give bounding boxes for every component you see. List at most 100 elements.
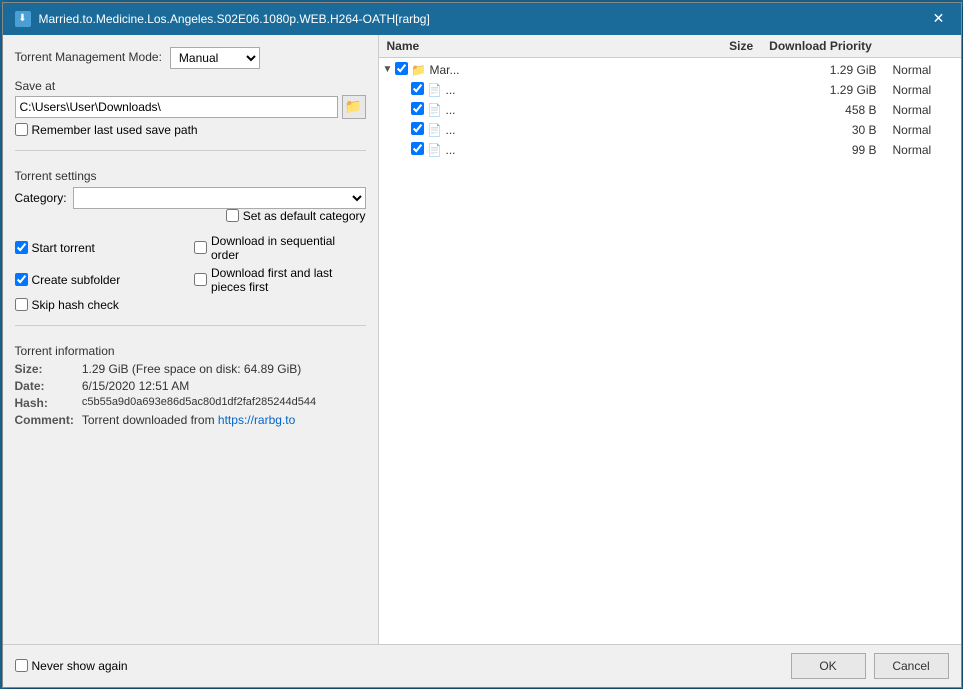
file-priority-0: Normal [877, 63, 957, 77]
comment-prefix: Torrent downloaded from [82, 413, 218, 427]
sequential-label: Download in sequential order [211, 234, 366, 262]
file-size-4: 99 B [817, 143, 877, 157]
create-subfolder-label: Create subfolder [32, 273, 121, 287]
title-bar-left: ⬇ Married.to.Medicine.Los.Angeles.S02E06… [15, 11, 430, 27]
hash-value: c5b55a9d0a693e86d5ac80d1df2faf285244d544 [82, 396, 366, 410]
remember-path-row: Remember last used save path [15, 123, 366, 137]
torrent-settings-section: Torrent settings Category: Set as defaul… [15, 163, 366, 223]
category-label: Category: [15, 191, 67, 205]
file-name-2: ... [446, 103, 817, 117]
tree-row[interactable]: 📄 ... 99 B Normal [379, 140, 961, 160]
file-size-3: 30 B [817, 123, 877, 137]
app-icon-glyph: ⬇ [18, 13, 26, 24]
sequential-checkbox[interactable] [194, 241, 207, 254]
dialog-window: ⬇ Married.to.Medicine.Los.Angeles.S02E06… [2, 2, 962, 688]
file-icon-4: 📄 [427, 142, 443, 158]
cancel-button[interactable]: Cancel [874, 653, 949, 679]
file-priority-2: Normal [877, 103, 957, 117]
tree-row[interactable]: 📄 ... 458 B Normal [379, 100, 961, 120]
torrent-info-section: Torrent information Size: 1.29 GiB (Free… [15, 338, 366, 427]
file-tree-body: ▼ 📁 Mar... 1.29 GiB Normal 📄 [379, 58, 961, 644]
settings-checkboxes: Start torrent Download in sequential ord… [15, 233, 366, 313]
tree-row[interactable]: 📄 ... 1.29 GiB Normal [379, 80, 961, 100]
file-checkbox-4[interactable] [411, 142, 424, 155]
start-torrent-checkbox[interactable] [15, 241, 28, 254]
file-checkbox-3[interactable] [411, 122, 424, 135]
file-size-2: 458 B [817, 103, 877, 117]
skip-hash-checkbox[interactable] [15, 298, 28, 311]
remember-path-label: Remember last used save path [32, 123, 198, 137]
never-show-checkbox[interactable] [15, 659, 28, 672]
size-label: Size: [15, 362, 74, 376]
check-3[interactable] [411, 122, 427, 138]
set-default-checkbox[interactable] [226, 209, 239, 222]
first-last-row: Download first and last pieces first [194, 266, 366, 294]
file-checkbox-1[interactable] [411, 82, 424, 95]
file-priority-1: Normal [877, 83, 957, 97]
divider-2 [15, 325, 366, 326]
col-size-header: Size [631, 39, 761, 53]
divider-1 [15, 150, 366, 151]
date-value: 6/15/2020 12:51 AM [82, 379, 366, 393]
never-show-label: Never show again [32, 659, 128, 673]
date-label: Date: [15, 379, 74, 393]
start-torrent-label: Start torrent [32, 241, 95, 255]
folder-icon-0: 📁 [411, 62, 427, 78]
col-priority-header: Download Priority [761, 39, 952, 53]
start-torrent-row: Start torrent [15, 234, 187, 262]
first-last-label: Download first and last pieces first [211, 266, 366, 294]
file-checkbox-2[interactable] [411, 102, 424, 115]
save-at-section: Save at 📁 Remember last used save path [15, 79, 366, 138]
create-subfolder-row: Create subfolder [15, 266, 187, 294]
file-size-1: 1.29 GiB [817, 83, 877, 97]
file-name-1: ... [446, 83, 817, 97]
save-at-label: Save at [15, 79, 366, 93]
app-icon: ⬇ [15, 11, 31, 27]
skip-hash-label: Skip hash check [32, 298, 119, 312]
file-name-4: ... [446, 143, 817, 157]
file-tree-header: Name Size Download Priority [379, 35, 961, 58]
set-default-label: Set as default category [243, 209, 366, 223]
remember-path-checkbox[interactable] [15, 123, 28, 136]
create-subfolder-checkbox[interactable] [15, 273, 28, 286]
check-1[interactable] [411, 82, 427, 98]
category-select[interactable] [73, 187, 366, 209]
torrent-settings-label: Torrent settings [15, 169, 366, 183]
file-icon-2: 📄 [427, 102, 443, 118]
dialog-footer: Never show again OK Cancel [3, 644, 961, 687]
col-name-header: Name [387, 39, 631, 53]
tree-row[interactable]: 📄 ... 30 B Normal [379, 120, 961, 140]
check-0[interactable] [395, 62, 411, 78]
right-panel: Name Size Download Priority ▼ 📁 Mar... 1… [378, 35, 961, 644]
management-mode-row: Torrent Management Mode: Manual Automati… [15, 47, 366, 69]
category-row: Category: [15, 187, 366, 209]
browse-folder-button[interactable]: 📁 [342, 95, 366, 119]
save-path-input[interactable] [15, 96, 338, 118]
comment-label: Comment: [15, 413, 74, 427]
never-show-row: Never show again [15, 659, 128, 673]
sequential-row: Download in sequential order [194, 234, 366, 262]
check-2[interactable] [411, 102, 427, 118]
comment-link[interactable]: https://rarbg.to [218, 413, 295, 427]
ok-button[interactable]: OK [791, 653, 866, 679]
file-name-0: Mar... [430, 63, 817, 77]
torrent-info-table: Size: 1.29 GiB (Free space on disk: 64.8… [15, 362, 366, 427]
expand-icon-0: ▼ [383, 64, 395, 75]
close-button[interactable]: ✕ [929, 9, 949, 29]
torrent-info-label: Torrent information [15, 344, 366, 358]
tree-row[interactable]: ▼ 📁 Mar... 1.29 GiB Normal [379, 60, 961, 80]
check-4[interactable] [411, 142, 427, 158]
skip-hash-row: Skip hash check [15, 298, 187, 312]
save-path-row: 📁 [15, 95, 366, 119]
file-icon-1: 📄 [427, 82, 443, 98]
file-priority-4: Normal [877, 143, 957, 157]
file-checkbox-0[interactable] [395, 62, 408, 75]
file-priority-3: Normal [877, 123, 957, 137]
size-value: 1.29 GiB (Free space on disk: 64.89 GiB) [82, 362, 366, 376]
file-name-3: ... [446, 123, 817, 137]
set-default-row: Set as default category [15, 209, 366, 223]
file-icon-3: 📄 [427, 122, 443, 138]
management-mode-select[interactable]: Manual Automatic [170, 47, 260, 69]
first-last-checkbox[interactable] [194, 273, 207, 286]
dialog-body: Torrent Management Mode: Manual Automati… [3, 35, 961, 644]
